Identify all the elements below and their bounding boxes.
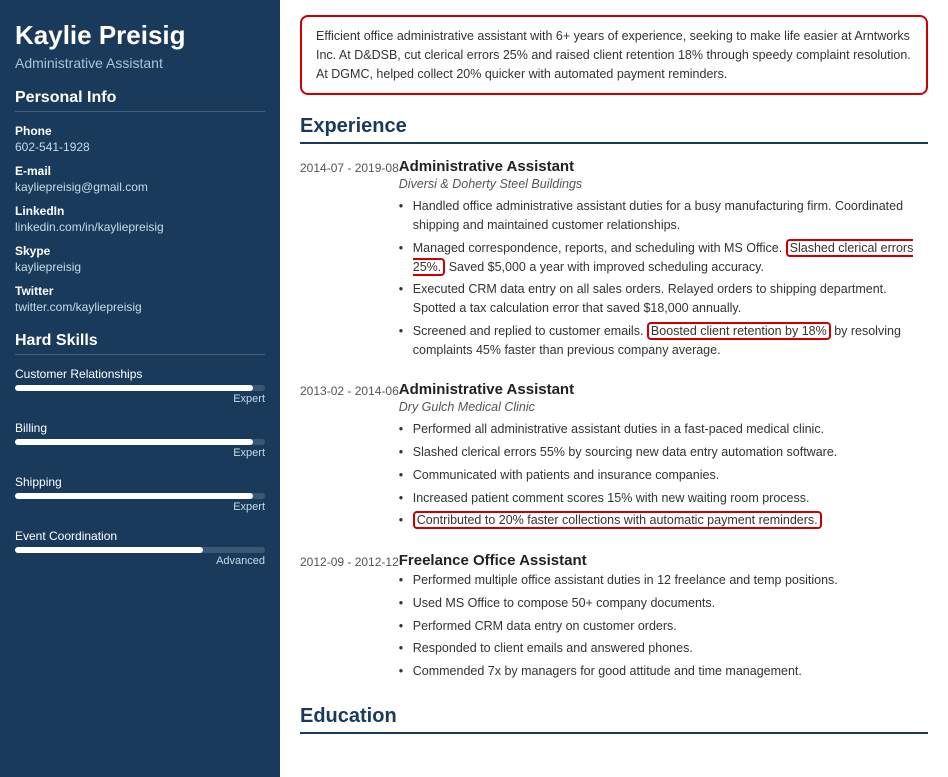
bullet-1-0: Handled office administrative assistant … (399, 197, 928, 235)
bullet-1-2: Executed CRM data entry on all sales ord… (399, 280, 928, 318)
twitter-label: Twitter (15, 284, 265, 298)
skill-bar-bg-2 (15, 493, 265, 499)
twitter-value: twitter.com/kayliepreisig (15, 300, 265, 314)
personal-info-heading: Personal Info (15, 89, 265, 112)
linkedin-field: LinkedIn linkedin.com/in/kayliepreisig (15, 204, 265, 234)
skill-level-1: Expert (15, 447, 265, 459)
exp-title-1: Administrative Assistant (399, 158, 928, 175)
exp-title-3: Freelance Office Assistant (399, 552, 928, 569)
bullet-3-2: Performed CRM data entry on customer ord… (399, 617, 928, 636)
highlight-collections: Contributed to 20% faster collections wi… (413, 511, 822, 529)
bullet-1-3: Screened and replied to customer emails.… (399, 322, 928, 360)
skill-level-2: Expert (15, 501, 265, 513)
email-value: kayliepreisig@gmail.com (15, 180, 265, 194)
phone-label: Phone (15, 124, 265, 138)
bullet-3-3: Responded to client emails and answered … (399, 639, 928, 658)
skill-bar-bg-1 (15, 439, 265, 445)
phone-field: Phone 602-541-1928 (15, 124, 265, 154)
bullet-2-3: Increased patient comment scores 15% wit… (399, 489, 928, 508)
skill-bar-fill-0 (15, 385, 253, 391)
exp-bullets-2: Performed all administrative assistant d… (399, 420, 928, 530)
skill-customer-relationships: Customer Relationships Expert (15, 367, 265, 405)
skill-shipping: Shipping Expert (15, 475, 265, 513)
bullet-3-4: Commended 7x by managers for good attitu… (399, 662, 928, 681)
hard-skills-heading: Hard Skills (15, 332, 265, 355)
linkedin-value: linkedin.com/in/kayliepreisig (15, 220, 265, 234)
skill-event-coordination: Event Coordination Advanced (15, 529, 265, 567)
bullet-1-1: Managed correspondence, reports, and sch… (399, 239, 928, 277)
skill-bar-fill-1 (15, 439, 253, 445)
experience-section: Experience 2014-07 - 2019-08 Administrat… (300, 115, 928, 685)
skill-bar-fill-2 (15, 493, 253, 499)
main-content: Efficient office administrative assistan… (280, 0, 948, 777)
bullet-2-0: Performed all administrative assistant d… (399, 420, 928, 439)
skype-label: Skype (15, 244, 265, 258)
education-section: Education (300, 705, 928, 734)
exp-date-3: 2012-09 - 2012-12 (300, 552, 399, 685)
skill-level-0: Expert (15, 393, 265, 405)
highlight-clerical: Slashed clerical errors 25%. (413, 239, 914, 276)
exp-content-1: Administrative Assistant Diversi & Doher… (399, 158, 928, 363)
exp-title-2: Administrative Assistant (399, 381, 928, 398)
skill-name-shipping: Shipping (15, 475, 265, 489)
sidebar: Kaylie Preisig Administrative Assistant … (0, 0, 280, 777)
skill-name-billing: Billing (15, 421, 265, 435)
linkedin-label: LinkedIn (15, 204, 265, 218)
exp-bullets-3: Performed multiple office assistant duti… (399, 571, 928, 681)
skill-bar-bg-3 (15, 547, 265, 553)
highlight-retention: Boosted client retention by 18% (647, 322, 831, 340)
email-label: E-mail (15, 164, 265, 178)
skill-name-event-coordination: Event Coordination (15, 529, 265, 543)
email-field: E-mail kayliepreisig@gmail.com (15, 164, 265, 194)
skype-field: Skype kayliepreisig (15, 244, 265, 274)
exp-content-3: Freelance Office Assistant Performed mul… (399, 552, 928, 685)
summary-text: Efficient office administrative assistan… (316, 29, 911, 81)
exp-bullets-1: Handled office administrative assistant … (399, 197, 928, 359)
bullet-3-0: Performed multiple office assistant duti… (399, 571, 928, 590)
bullet-2-1: Slashed clerical errors 55% by sourcing … (399, 443, 928, 462)
skill-bar-fill-3 (15, 547, 203, 553)
candidate-title: Administrative Assistant (15, 55, 265, 71)
exp-entry-2: 2013-02 - 2014-06 Administrative Assista… (300, 381, 928, 534)
exp-company-2: Dry Gulch Medical Clinic (399, 400, 928, 414)
exp-company-1: Diversi & Doherty Steel Buildings (399, 177, 928, 191)
bullet-2-4: Contributed to 20% faster collections wi… (399, 511, 928, 530)
exp-entry-1: 2014-07 - 2019-08 Administrative Assista… (300, 158, 928, 363)
skill-name-customer-relationships: Customer Relationships (15, 367, 265, 381)
bullet-2-2: Communicated with patients and insurance… (399, 466, 928, 485)
exp-content-2: Administrative Assistant Dry Gulch Medic… (399, 381, 928, 534)
skill-bar-bg-0 (15, 385, 265, 391)
twitter-field: Twitter twitter.com/kayliepreisig (15, 284, 265, 314)
exp-date-1: 2014-07 - 2019-08 (300, 158, 399, 363)
experience-heading: Experience (300, 115, 928, 144)
summary-box: Efficient office administrative assistan… (300, 15, 928, 95)
skill-billing: Billing Expert (15, 421, 265, 459)
skill-level-3: Advanced (15, 555, 265, 567)
phone-value: 602-541-1928 (15, 140, 265, 154)
education-heading: Education (300, 705, 928, 734)
exp-date-2: 2013-02 - 2014-06 (300, 381, 399, 534)
exp-entry-3: 2012-09 - 2012-12 Freelance Office Assis… (300, 552, 928, 685)
skype-value: kayliepreisig (15, 260, 265, 274)
candidate-name: Kaylie Preisig (15, 20, 265, 51)
bullet-3-1: Used MS Office to compose 50+ company do… (399, 594, 928, 613)
